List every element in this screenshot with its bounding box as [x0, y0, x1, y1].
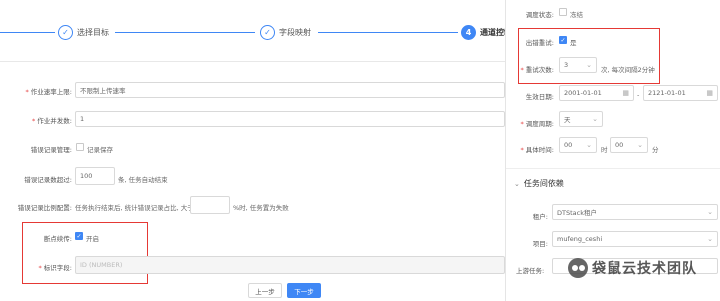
dependency-section-header[interactable]: ⌄ 任务间依赖 [514, 178, 564, 189]
date-separator: - [637, 91, 640, 99]
speed-select[interactable]: 不限制上传速率 [75, 82, 505, 98]
start-date-picker[interactable]: 2001-01-01 ▦ [559, 85, 634, 101]
next-step-button[interactable]: 下一步 [287, 283, 321, 298]
schedule-status-option: 冻结 [570, 11, 583, 19]
step-label: 字段映射 [279, 27, 311, 37]
hour-unit: 时 [601, 146, 608, 154]
chevron-down-icon: ⌄ [514, 179, 520, 188]
chevron-down-icon: ⌄ [592, 115, 598, 123]
effective-date-label: 生效日期: [525, 93, 554, 101]
calendar-icon: ▦ [622, 89, 629, 97]
chevron-down-icon: ⌄ [586, 61, 592, 69]
retry-count-label: * 重试次数: [520, 66, 554, 74]
chevron-down-icon: ⌄ [707, 208, 713, 216]
watermark-text: 袋鼠云技术团队 [592, 261, 697, 277]
error-ratio-suffix: %时, 任务置为失败 [233, 204, 289, 212]
retry-option: 是 [570, 39, 577, 47]
schedule-status-checkbox[interactable] [559, 8, 567, 16]
step-label: 选择目标 [77, 27, 109, 37]
error-count-label: 错误记录数超过: [24, 176, 72, 184]
retry-count-suffix: 次, 每次间隔2分钟 [601, 66, 655, 74]
error-count-input[interactable]: 100 [75, 167, 115, 185]
speed-label: * 作业速率上限: [25, 88, 72, 96]
cycle-select[interactable]: 天 ⌄ [559, 111, 603, 127]
mark-field-label: * 标识字段: [38, 264, 72, 272]
schedule-status-label: 调度状态: [525, 11, 554, 19]
resume-checkbox[interactable]: ✓ [75, 232, 83, 240]
retry-count-select[interactable]: 3 ⌄ [559, 57, 597, 73]
minute-unit: 分 [652, 146, 659, 154]
hour-select[interactable]: 00 ⌄ [559, 137, 597, 153]
step-connector [0, 32, 55, 33]
step-select-target[interactable]: ✓ 选择目标 [58, 23, 109, 41]
check-icon: ✓ [58, 24, 73, 40]
concurrency-input[interactable]: 1 [75, 111, 505, 127]
project-select[interactable]: mufeng_ceshi ⌄ [552, 231, 718, 247]
error-ratio-prefix: 任务执行结束后, 统计错误记录占比, 大于 [75, 204, 194, 212]
calendar-icon: ▦ [706, 89, 713, 97]
step-connector [318, 32, 458, 33]
concurrency-label: * 作业并发数: [32, 117, 72, 125]
step-field-mapping[interactable]: ✓ 字段映射 [260, 23, 311, 41]
chevron-down-icon: ⌄ [637, 141, 643, 149]
mark-field-select[interactable]: ID (NUMBER) [75, 256, 505, 274]
resume-option: 开启 [86, 235, 99, 243]
time-label: * 具体时间: [520, 146, 554, 154]
step-progress-bar: ✓ 选择目标 ✓ 字段映射 4 通道控制 [0, 0, 512, 62]
chevron-down-icon: ⌄ [586, 141, 592, 149]
error-ratio-label: 错误记录比例配置: [17, 204, 72, 212]
wechat-logo-icon [568, 258, 588, 278]
error-mgmt-label: 错误记录管理: [30, 146, 72, 154]
tenant-select[interactable]: DTStack租户 ⌄ [552, 204, 718, 220]
chevron-down-icon: ⌄ [707, 235, 713, 243]
project-label: 项目: [532, 240, 548, 248]
minute-select[interactable]: 00 ⌄ [610, 137, 648, 153]
prev-step-button[interactable]: 上一步 [248, 283, 282, 298]
error-ratio-input[interactable] [190, 196, 230, 214]
error-count-suffix: 条, 任务自动结束 [118, 176, 168, 184]
error-mgmt-option: 记录保存 [87, 146, 113, 154]
step-number: 4 [461, 24, 476, 40]
schedule-panel: 调度状态: 冻结 出错重试: ✓ 是 * 重试次数: 3 ⌄ 次, 每次间隔2分钟… [505, 0, 720, 301]
error-mgmt-checkbox[interactable] [76, 143, 84, 151]
resume-label: 断点续传: [43, 235, 72, 243]
step-connector [115, 32, 255, 33]
check-icon: ✓ [260, 24, 275, 40]
retry-checkbox[interactable]: ✓ [559, 36, 567, 44]
task-config-panel: ✓ 选择目标 ✓ 字段映射 4 通道控制 * 作业速率上限: 不限制上传速率 * 作… [0, 0, 512, 301]
divider [506, 168, 720, 169]
retry-label: 出错重试: [525, 39, 554, 47]
cycle-label: * 调度周期: [520, 120, 554, 128]
upstream-task-label: 上游任务: [516, 267, 545, 275]
tenant-label: 租户: [532, 213, 548, 221]
end-date-picker[interactable]: 2121-01-01 ▦ [643, 85, 718, 101]
resume-highlight-box [22, 222, 148, 284]
watermark: 袋鼠云技术团队 [568, 258, 697, 278]
